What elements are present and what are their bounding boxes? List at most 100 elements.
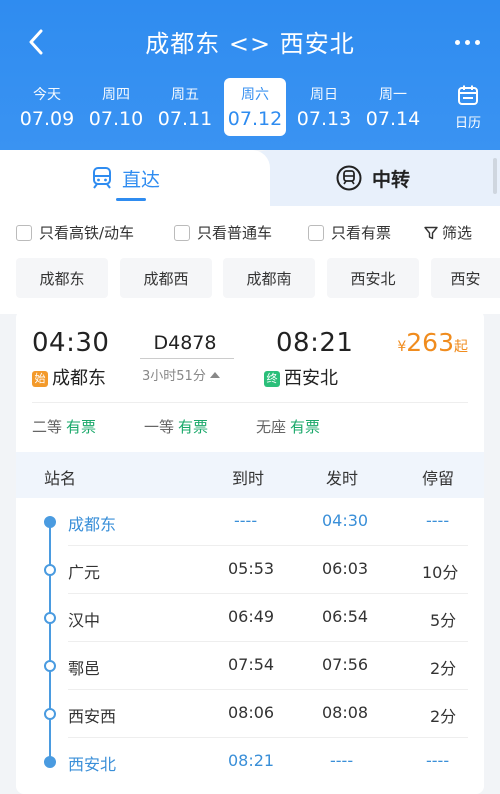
stop-arrive: 05:53 (228, 559, 275, 578)
caret-up-icon (209, 371, 220, 378)
table-row: 西安西 08:06 08:08 2分 (16, 690, 484, 738)
table-row: 西安北 08:21 ---- ---- (16, 738, 484, 786)
stop-name: 汉中 (68, 611, 101, 630)
date-item-2[interactable]: 周五 07.11 (154, 78, 216, 136)
seat-status: 有票 (66, 418, 97, 436)
stop-dot-start (44, 516, 56, 528)
station-chip[interactable]: 成都南 (223, 258, 315, 298)
seat-label: 二等 (32, 418, 63, 436)
top-bar: 成都东 <> 西安北 (0, 0, 500, 86)
stop-stay: ---- (426, 511, 450, 530)
checkbox-icon (16, 224, 32, 241)
stop-stay: 5分 (430, 611, 457, 630)
depart-station: 始成都东 (32, 364, 106, 390)
calendar-button[interactable]: 日历 (446, 84, 490, 131)
date-md: 07.14 (365, 108, 421, 130)
stop-stay: 2分 (430, 707, 457, 726)
date-selector: 今天 07.09 周四 07.10 周五 07.11 周六 07.12 周日 0… (0, 78, 500, 140)
stop-dot (44, 708, 56, 720)
stop-dot (44, 564, 56, 576)
tab-direct-label: 直达 (122, 168, 161, 191)
date-dow: 周四 (102, 87, 130, 103)
stop-dot-end (44, 756, 56, 768)
tab-active-indicator (116, 198, 146, 201)
stop-depart: 04:30 (322, 511, 369, 530)
header-stay: 停留 (422, 469, 455, 488)
table-row: 成都东 ---- 04:30 ---- (16, 498, 484, 546)
filter-youpiao[interactable]: 只看有票 (308, 222, 391, 243)
header: 成都东 <> 西安北 今天 07.09 周四 07.10 周五 07.11 周六… (0, 0, 500, 150)
seat-status: 有票 (290, 418, 321, 436)
date-item-5[interactable]: 周一 07.14 (362, 78, 424, 136)
tab-direct[interactable]: 直达 (92, 164, 160, 192)
stop-stay: 2分 (430, 659, 457, 678)
filter-shaixuan-button[interactable]: 筛选 (424, 222, 472, 243)
stop-name: 广元 (68, 563, 101, 582)
filter-putong[interactable]: 只看普通车 (174, 222, 272, 243)
stop-depart: 06:54 (322, 607, 369, 626)
more-button[interactable] (455, 22, 480, 62)
more-dot (465, 39, 470, 45)
arrive-station: 终西安北 (264, 364, 338, 390)
date-item-4[interactable]: 周日 07.13 (293, 78, 355, 136)
station-chip[interactable]: 西安 (431, 258, 500, 298)
start-tag: 始 (32, 371, 48, 387)
seat-first-class: 一等 有票 (144, 416, 208, 437)
stop-stay: 10分 (422, 563, 459, 582)
date-item-3-selected[interactable]: 周六 07.12 (224, 78, 286, 136)
date-md: 07.12 (227, 108, 283, 130)
transfer-train-icon (336, 165, 362, 191)
filter-row: 只看高铁/动车 只看普通车 只看有票 筛选 (0, 218, 500, 246)
table-row: 鄠邑 07:54 07:56 2分 (16, 642, 484, 690)
checkbox-icon (174, 224, 190, 241)
stop-arrive: 08:06 (228, 703, 275, 722)
depart-station-name: 成都东 (52, 368, 106, 389)
date-dow: 周一 (379, 87, 407, 103)
stop-name: 西安北 (68, 755, 117, 774)
price: ¥263起 (397, 328, 468, 357)
stop-depart: 08:08 (322, 703, 369, 722)
duration[interactable]: 3小时51分 (142, 365, 220, 384)
end-tag: 终 (264, 371, 280, 387)
filter-shaixuan-label: 筛选 (442, 224, 473, 242)
header-arrive: 到时 (232, 469, 265, 488)
station-chip[interactable]: 成都东 (16, 258, 108, 298)
scrollbar[interactable] (493, 158, 497, 194)
train-number[interactable]: D4878 (140, 332, 230, 354)
arrive-time: 08:21 (276, 328, 354, 358)
more-dot (475, 39, 480, 45)
funnel-icon (424, 226, 438, 239)
date-md: 07.13 (296, 108, 352, 130)
table-row: 汉中 06:49 06:54 5分 (16, 594, 484, 642)
table-row: 广元 05:53 06:03 10分 (16, 546, 484, 594)
stop-name: 鄠邑 (68, 659, 101, 678)
stop-dot (44, 612, 56, 624)
tab-bar: 直达 中转 (0, 150, 500, 206)
train-card[interactable]: 04:30 始成都东 D4878 3小时51分 08:21 终西安北 ¥263起… (16, 310, 484, 794)
filter-gaotie[interactable]: 只看高铁/动车 (16, 222, 134, 243)
stop-depart: 07:56 (322, 655, 369, 674)
stop-arrive: 06:49 (228, 607, 275, 626)
station-chip[interactable]: 西安北 (327, 258, 419, 298)
tab-transfer[interactable]: 中转 (336, 164, 410, 192)
stop-name: 成都东 (68, 515, 117, 534)
date-item-0[interactable]: 今天 07.09 (16, 78, 78, 136)
date-md: 07.11 (157, 108, 213, 130)
page-title: 成都东 <> 西安北 (145, 30, 355, 58)
calendar-icon (458, 85, 478, 105)
stop-arrive: 07:54 (228, 655, 275, 674)
header-station: 站名 (44, 469, 77, 488)
date-item-1[interactable]: 周四 07.10 (85, 78, 147, 136)
seat-no-seat: 无座 有票 (256, 416, 320, 437)
duration-text: 3小时51分 (142, 369, 206, 384)
date-dow: 周日 (310, 87, 338, 103)
card-divider (32, 402, 468, 403)
seat-label: 一等 (144, 418, 175, 436)
stop-depart: 06:03 (322, 559, 369, 578)
arrive-station-name: 西安北 (284, 368, 338, 389)
stop-stay: ---- (426, 751, 450, 770)
station-chip[interactable]: 成都西 (120, 258, 212, 298)
price-symbol: ¥ (397, 339, 407, 355)
stop-name: 西安西 (68, 707, 117, 726)
station-chip-row: 成都东 成都西 成都南 西安北 西安 (0, 258, 500, 298)
